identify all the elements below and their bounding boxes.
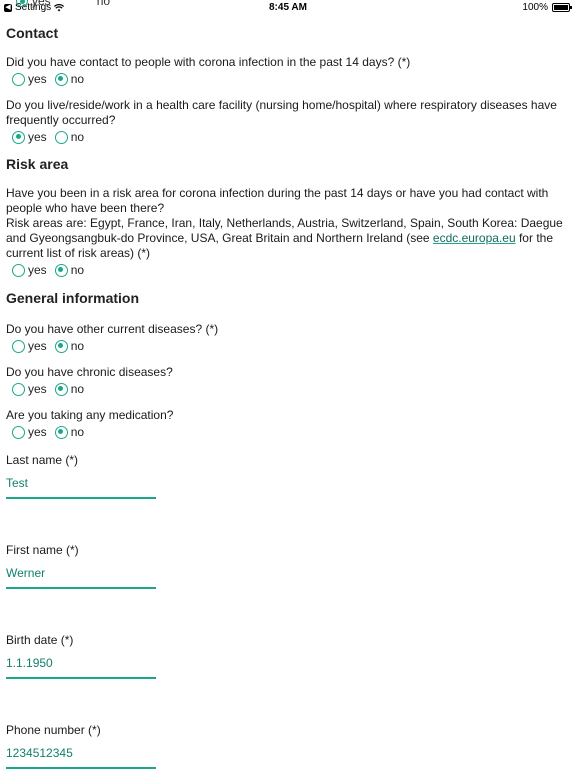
radio-circle[interactable]: [12, 425, 25, 439]
battery-icon: [552, 3, 572, 12]
battery-percent: 100%: [522, 2, 548, 13]
radio-circle[interactable]: [54, 263, 68, 277]
radio-contact-no[interactable]: no: [54, 72, 85, 86]
birth-date-input[interactable]: [6, 656, 152, 670]
ghost-yes-label: yes: [32, 0, 51, 8]
first-name-field[interactable]: [6, 557, 156, 589]
radio-label: no: [70, 382, 85, 396]
radio-circle[interactable]: [12, 339, 25, 353]
phone-group: Phone number (*): [6, 723, 570, 769]
phone-input[interactable]: [6, 746, 152, 760]
radio-group-current-diseases: yes no: [12, 337, 570, 355]
first-name-label: First name (*): [6, 543, 79, 557]
last-name-field[interactable]: [6, 467, 156, 499]
section-risk-title: Risk area: [6, 156, 69, 172]
radio-label: yes: [28, 263, 47, 277]
radio-medication-yes[interactable]: yes: [12, 425, 47, 439]
question-current-diseases: Do you have other current diseases? (*): [6, 322, 219, 336]
phone-label: Phone number (*): [6, 723, 101, 737]
radio-label: yes: [28, 72, 47, 86]
last-name-label: Last name (*): [6, 453, 79, 467]
risk-question-text: Have you been in a risk area for corona …: [6, 186, 549, 215]
phone-field[interactable]: [6, 737, 156, 769]
radio-label: yes: [28, 130, 47, 144]
radio-circle[interactable]: [54, 382, 68, 396]
radio-group-healthcare: yes no: [12, 128, 570, 146]
birth-date-group: Birth date (*): [6, 633, 570, 679]
ecdc-link[interactable]: ecdc.europa.eu: [433, 231, 516, 245]
first-name-group: First name (*): [6, 543, 570, 589]
radio-circle[interactable]: [54, 130, 68, 144]
radio-circle[interactable]: [12, 130, 25, 144]
radio-label: yes: [28, 382, 47, 396]
radio-circle[interactable]: [12, 263, 25, 277]
radio-circle[interactable]: [54, 425, 68, 439]
radio-group-contact: yes no: [12, 70, 570, 88]
radio-current-no[interactable]: no: [54, 339, 85, 353]
form-content: Contact Did you have contact to people w…: [6, 22, 570, 769]
radio-contact-yes[interactable]: yes: [12, 72, 47, 86]
radio-label: no: [70, 130, 85, 144]
first-name-input[interactable]: [6, 566, 152, 580]
radio-group-medication: yes no: [12, 423, 570, 441]
question-contact: Did you have contact to people with coro…: [6, 55, 411, 69]
birth-date-label: Birth date (*): [6, 633, 74, 647]
radio-circle[interactable]: [12, 382, 25, 396]
radio-label: no: [70, 72, 85, 86]
radio-label: no: [70, 425, 85, 439]
radio-label: no: [70, 339, 85, 353]
section-general-title: General information: [6, 290, 140, 306]
scrolled-radio-group: yes no: [16, 0, 110, 8]
radio-chronic-no[interactable]: no: [54, 382, 85, 396]
question-medication: Are you taking any medication?: [6, 408, 174, 422]
radio-risk-yes[interactable]: yes: [12, 263, 47, 277]
last-name-group: Last name (*): [6, 453, 570, 499]
radio-healthcare-yes[interactable]: yes: [12, 130, 47, 144]
radio-circle[interactable]: [54, 72, 68, 86]
radio-risk-no[interactable]: no: [54, 263, 85, 277]
radio-yes-ghost[interactable]: [16, 0, 28, 7]
radio-label: yes: [28, 339, 47, 353]
question-chronic-diseases: Do you have chronic diseases?: [6, 365, 173, 379]
section-contact-title: Contact: [6, 25, 59, 41]
radio-chronic-yes[interactable]: yes: [12, 382, 47, 396]
last-name-input[interactable]: [6, 476, 152, 490]
radio-healthcare-no[interactable]: no: [54, 130, 85, 144]
radio-group-risk: yes no: [12, 261, 570, 279]
ghost-no-label: no: [96, 0, 111, 8]
birth-date-field[interactable]: [6, 647, 156, 679]
radio-group-chronic: yes no: [12, 380, 570, 398]
radio-circle[interactable]: [12, 72, 25, 86]
radio-label: yes: [28, 425, 47, 439]
radio-medication-no[interactable]: no: [54, 425, 85, 439]
radio-circle[interactable]: [54, 339, 68, 353]
question-healthcare: Do you live/reside/work in a health care…: [6, 98, 557, 127]
battery-indicator: 100%: [522, 2, 572, 13]
radio-label: no: [70, 263, 85, 277]
radio-current-yes[interactable]: yes: [12, 339, 47, 353]
question-risk-area: Have you been in a risk area for corona …: [6, 186, 570, 261]
